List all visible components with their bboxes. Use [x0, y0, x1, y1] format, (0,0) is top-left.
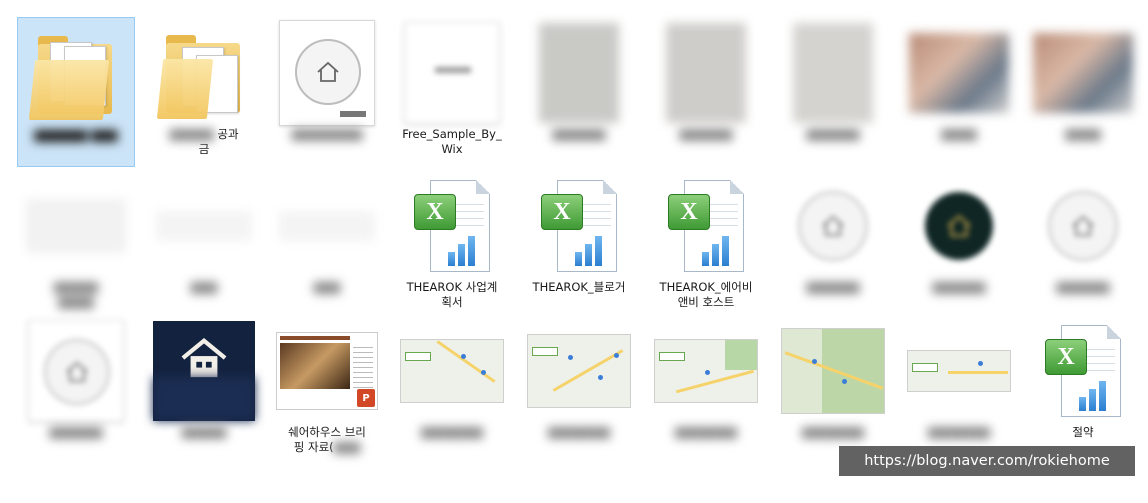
home-thumbnail [1048, 191, 1118, 261]
file-label: 쉐어하우스 브리 핑 자료(▇▇▇ [288, 425, 366, 454]
file-label: ▇▇▇▇▇▇ [552, 127, 606, 141]
file-item[interactable]: ▇▇▇▇▇▇ [1024, 170, 1142, 320]
file-label: ▇▇▇ [190, 280, 218, 294]
folder-icon [152, 21, 256, 125]
file-label: ▇▇▇▇▇▇▇ [548, 425, 610, 439]
file-label: ▇▇▇▇▇▇ [679, 127, 733, 141]
file-item[interactable]: ▇▇▇ [145, 170, 263, 320]
file-item[interactable]: ▇▇▇▇▇▇ [774, 17, 892, 167]
file-item[interactable]: ▇▇▇▇▇▇ [647, 17, 765, 167]
file-label: THEAROK_에어비 앤비 호스트 [659, 280, 753, 309]
folder-icon [24, 22, 128, 126]
photo-thumbnail [1031, 21, 1135, 125]
file-item[interactable]: ▇▇▇▇ [1024, 17, 1142, 167]
file-item[interactable]: ▇▇▇▇▇▇▇ [900, 315, 1018, 465]
file-item[interactable]: Free_Sample_By_ Wix [393, 17, 511, 167]
blank-thumbnail [404, 22, 500, 124]
file-label: ▇▇▇▇▇▇ [806, 280, 860, 294]
photo-thumbnail [654, 21, 758, 125]
file-item[interactable]: X THEAROK 사업계 획서 [393, 170, 511, 320]
watermark: https://blog.naver.com/rokiehome [839, 446, 1135, 476]
file-item[interactable]: P 쉐어하우스 브리 핑 자료(▇▇▇ [268, 315, 386, 465]
file-item[interactable]: X 절약 [1024, 315, 1142, 465]
file-item[interactable]: X THEAROK_블로거 [520, 170, 638, 320]
file-label: 절약 [1072, 425, 1094, 439]
file-label: ▇▇▇▇▇ ▇▇▇▇ [53, 280, 99, 309]
home-thumbnail [28, 320, 124, 422]
file-label: ▇▇▇▇▇▇ [1056, 280, 1110, 294]
blank-thumbnail [275, 174, 379, 278]
photo-thumbnail [781, 21, 885, 125]
file-item[interactable]: ▇▇▇▇▇ ▇▇▇▇ [17, 170, 135, 320]
map-thumbnail [654, 339, 758, 403]
photo-thumbnail [907, 21, 1011, 125]
house-icon [822, 215, 844, 236]
file-label: ▇▇▇▇▇▇ [49, 425, 103, 439]
map-thumbnail [527, 334, 631, 408]
file-label: ▇▇▇▇▇ [181, 425, 227, 439]
file-label: ▇▇▇▇▇▇▇▇ [291, 127, 363, 141]
file-label: ▇▇▇▇▇▇▇ [802, 425, 864, 439]
house-icon [947, 214, 971, 237]
powerpoint-icon: P [357, 389, 375, 407]
map-thumbnail [907, 350, 1011, 392]
house-icon [66, 361, 88, 382]
file-item[interactable]: ▇▇▇▇ [900, 17, 1018, 167]
file-item[interactable]: X THEAROK_에어비 앤비 호스트 [647, 170, 765, 320]
file-item[interactable]: ▇▇▇▇▇▇▇ [647, 315, 765, 465]
file-item[interactable]: ▇▇▇▇▇▇▇ [520, 315, 638, 465]
file-item[interactable]: ▇▇▇▇▇▇▇ [774, 315, 892, 465]
map-thumbnail [781, 328, 885, 414]
home-dark-thumbnail [925, 192, 993, 260]
pptx-thumbnail: P [276, 332, 378, 410]
file-label: ▇▇▇▇▇▇ [932, 280, 986, 294]
file-label: ▇▇▇ [313, 280, 341, 294]
file-label: ▇▇▇▇▇▇▇ [421, 425, 483, 439]
map-thumbnail [400, 339, 504, 403]
file-label: Free_Sample_By_ Wix [402, 127, 502, 156]
home-thumbnail [798, 191, 868, 261]
excel-icon: X [1043, 321, 1123, 421]
file-item[interactable]: ▇▇▇▇▇ [145, 315, 263, 465]
file-label: ▇▇▇▇▇ 공과 금 [169, 127, 239, 156]
house-icon [317, 61, 339, 82]
file-label: ▇▇▇▇▇▇▇ [928, 425, 990, 439]
photo-thumbnail [527, 21, 631, 125]
file-item[interactable]: ▇▇▇ [268, 170, 386, 320]
blank-thumbnail [24, 174, 128, 278]
file-label: ▇▇▇▇ [1065, 127, 1101, 141]
file-item[interactable]: ▇▇▇▇▇▇ [900, 170, 1018, 320]
navy-house-thumbnail [153, 321, 255, 421]
excel-icon: X [539, 176, 619, 276]
excel-icon: X [412, 176, 492, 276]
file-item[interactable]: ▇▇▇▇▇▇▇ [393, 315, 511, 465]
house-icon [181, 338, 227, 378]
file-label: THEAROK_블로거 [532, 280, 626, 294]
house-icon [1072, 215, 1094, 236]
file-label: ▇▇▇▇▇▇ ▇▇▇ [34, 128, 118, 142]
home-thumbnail [279, 20, 375, 126]
file-label: ▇▇▇▇▇▇ [806, 127, 860, 141]
file-label: ▇▇▇▇▇▇▇ [675, 425, 737, 439]
folder-item[interactable]: ▇▇▇▇▇▇ ▇▇▇ [17, 17, 135, 167]
file-label: ▇▇▇▇ [941, 127, 977, 141]
file-item[interactable]: ▇▇▇▇▇▇▇▇ [268, 17, 386, 167]
blank-thumbnail [152, 174, 256, 278]
file-grid: ▇▇▇▇▇▇ ▇▇▇ ▇▇▇▇▇ 공과 금 ▇▇▇▇▇▇▇▇ Free_Sampl… [0, 0, 1148, 503]
excel-icon: X [666, 176, 746, 276]
file-item[interactable]: ▇▇▇▇▇▇ [520, 17, 638, 167]
folder-item[interactable]: ▇▇▇▇▇ 공과 금 [145, 17, 263, 167]
file-item[interactable]: ▇▇▇▇▇▇ [17, 315, 135, 465]
file-item[interactable]: ▇▇▇▇▇▇ [774, 170, 892, 320]
file-label: THEAROK 사업계 획서 [406, 280, 498, 309]
